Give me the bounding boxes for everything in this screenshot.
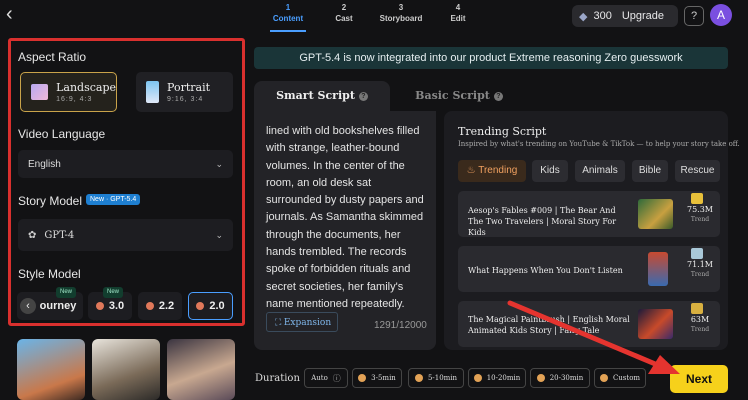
annotation-arrow-icon	[507, 300, 680, 374]
